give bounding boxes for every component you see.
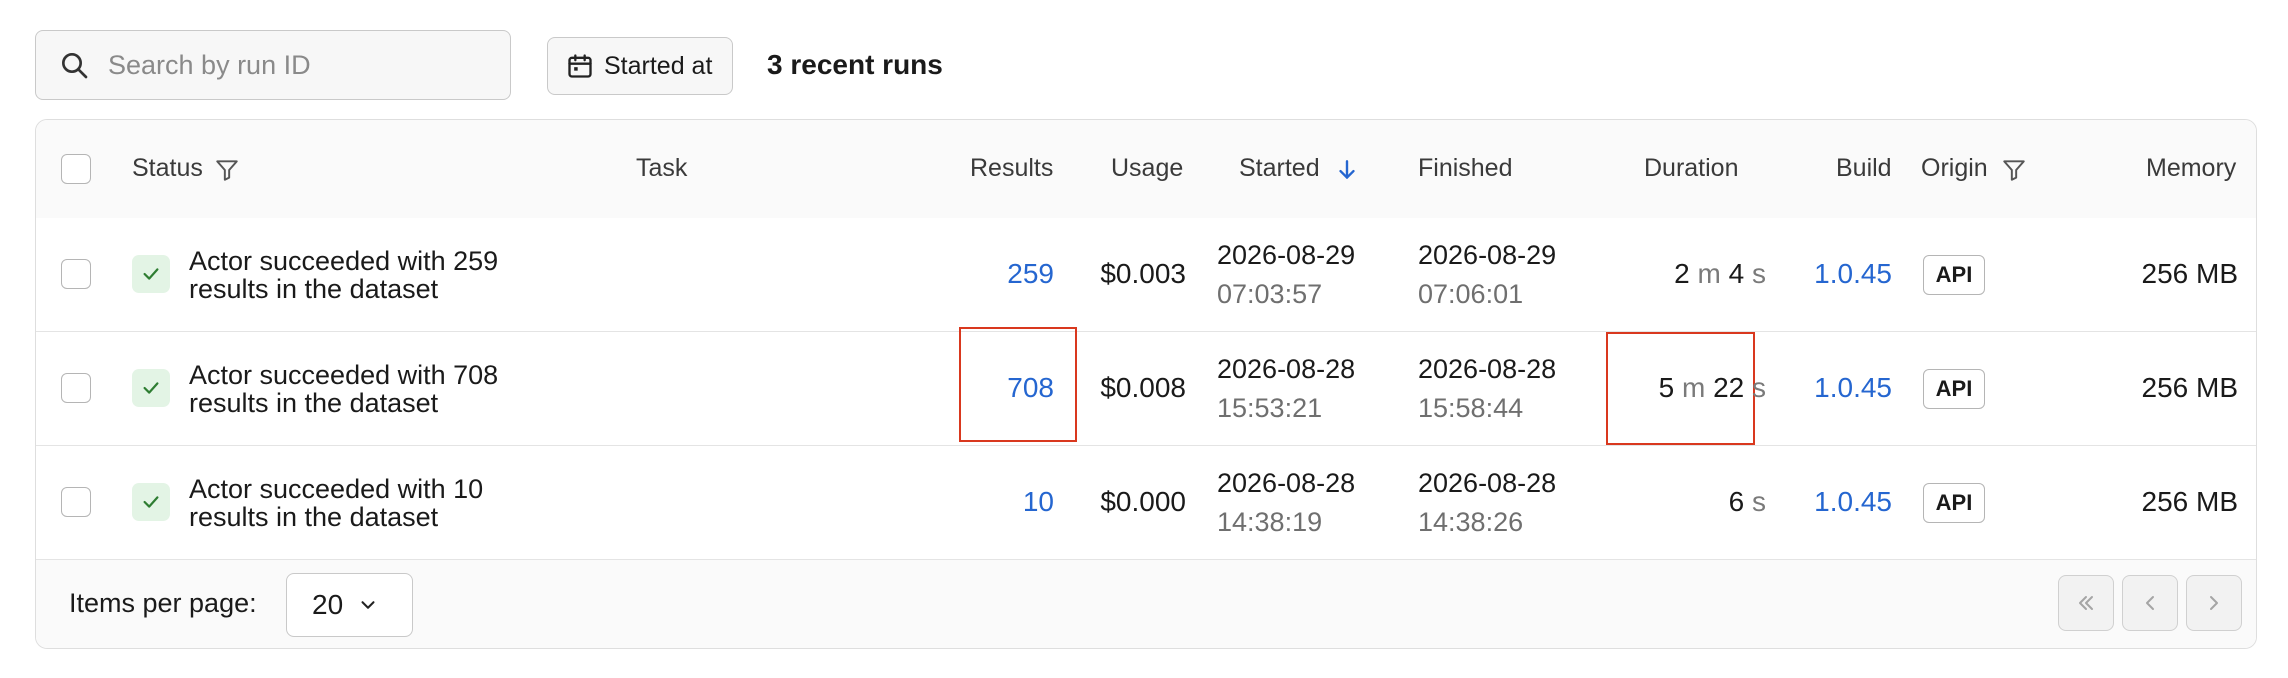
build-link[interactable]: 1.0.45 <box>1776 258 1892 290</box>
previous-page-button[interactable] <box>2122 575 2178 631</box>
select-all-checkbox[interactable] <box>61 154 91 184</box>
origin-badge: API <box>1923 369 1985 409</box>
origin-badge: API <box>1923 255 1985 295</box>
column-results: Results <box>970 154 1054 182</box>
results-link[interactable]: 10 <box>936 486 1054 518</box>
results-link[interactable]: 708 <box>936 372 1054 404</box>
column-usage: Usage <box>1111 154 1184 182</box>
items-per-page-select[interactable]: 20 <box>286 573 413 637</box>
started-datetime: 2026-08-28 15:53:21 <box>1217 354 1356 423</box>
duration-value: 2 m 4 s <box>1674 258 1766 289</box>
column-origin: Origin <box>1921 154 1988 182</box>
sort-descending-icon[interactable] <box>1334 156 1360 184</box>
check-icon <box>143 496 159 508</box>
success-status-badge <box>132 369 170 407</box>
column-started[interactable]: Started <box>1239 154 1320 183</box>
started-at-filter-button[interactable]: Started at <box>547 37 733 95</box>
column-memory: Memory <box>2146 154 2237 182</box>
started-datetime: 2026-08-29 07:03:57 <box>1217 240 1356 309</box>
usage-value: $0.003 <box>1100 258 1186 289</box>
column-task: Task <box>636 154 688 182</box>
build-link[interactable]: 1.0.45 <box>1776 486 1892 518</box>
duration-value: 5 m 22 s <box>1658 372 1766 403</box>
items-per-page-value: 20 <box>312 589 344 620</box>
status-message: Actor succeeded with 10 results in the d… <box>189 474 484 532</box>
check-icon <box>143 382 159 394</box>
search-input[interactable] <box>106 48 490 82</box>
column-duration: Duration <box>1644 154 1739 182</box>
double-chevron-left-icon <box>2079 596 2093 610</box>
search-field[interactable] <box>35 30 511 100</box>
status-message: Actor succeeded with 259 results in the … <box>189 246 499 304</box>
status-message: Actor succeeded with 708 results in the … <box>189 360 499 418</box>
started-at-label: Started at <box>604 51 713 80</box>
finished-datetime: 2026-08-28 14:38:26 <box>1418 468 1557 537</box>
success-status-badge <box>132 483 170 521</box>
finished-datetime: 2026-08-29 07:06:01 <box>1418 240 1557 309</box>
memory-value: 256 MB <box>2141 258 2239 289</box>
usage-value: $0.008 <box>1100 372 1186 403</box>
usage-value: $0.000 <box>1100 486 1186 517</box>
origin-filter-icon[interactable] <box>2001 157 2027 183</box>
build-link[interactable]: 1.0.45 <box>1776 372 1892 404</box>
table-row[interactable]: Actor succeeded with 259 results in the … <box>36 218 2256 332</box>
finished-datetime: 2026-08-28 15:58:44 <box>1418 354 1557 423</box>
success-status-badge <box>132 255 170 293</box>
chevron-right-icon <box>2210 596 2218 610</box>
memory-value: 256 MB <box>2141 486 2239 517</box>
duration-value: 6 s <box>1728 486 1766 517</box>
check-icon <box>143 268 159 280</box>
chevron-down-icon <box>361 601 375 609</box>
column-status: Status <box>132 154 203 182</box>
recent-runs-count: 3 recent runs <box>767 49 943 80</box>
items-per-page-label: Items per page: <box>69 588 257 618</box>
row-checkbox[interactable] <box>61 373 91 403</box>
chevron-left-icon <box>2146 596 2154 610</box>
column-build: Build <box>1836 154 1892 182</box>
row-checkbox[interactable] <box>61 259 91 289</box>
calendar-icon <box>568 54 592 78</box>
memory-value: 256 MB <box>2141 372 2239 403</box>
table-header: Status Task Results Usage Started Finish… <box>36 120 2256 219</box>
origin-badge: API <box>1923 483 1985 523</box>
table-row[interactable]: Actor succeeded with 708 results in the … <box>36 327 2256 446</box>
search-icon <box>62 53 88 79</box>
started-datetime: 2026-08-28 14:38:19 <box>1217 468 1356 537</box>
column-finished: Finished <box>1418 154 1513 182</box>
status-filter-icon[interactable] <box>214 157 240 183</box>
table-row[interactable]: Actor succeeded with 10 results in the d… <box>36 446 2256 560</box>
results-link[interactable]: 259 <box>936 258 1054 290</box>
row-checkbox[interactable] <box>61 487 91 517</box>
next-page-button[interactable] <box>2186 575 2242 631</box>
first-page-button[interactable] <box>2058 575 2114 631</box>
runs-table: Status Task Results Usage Started Finish… <box>35 119 2257 649</box>
